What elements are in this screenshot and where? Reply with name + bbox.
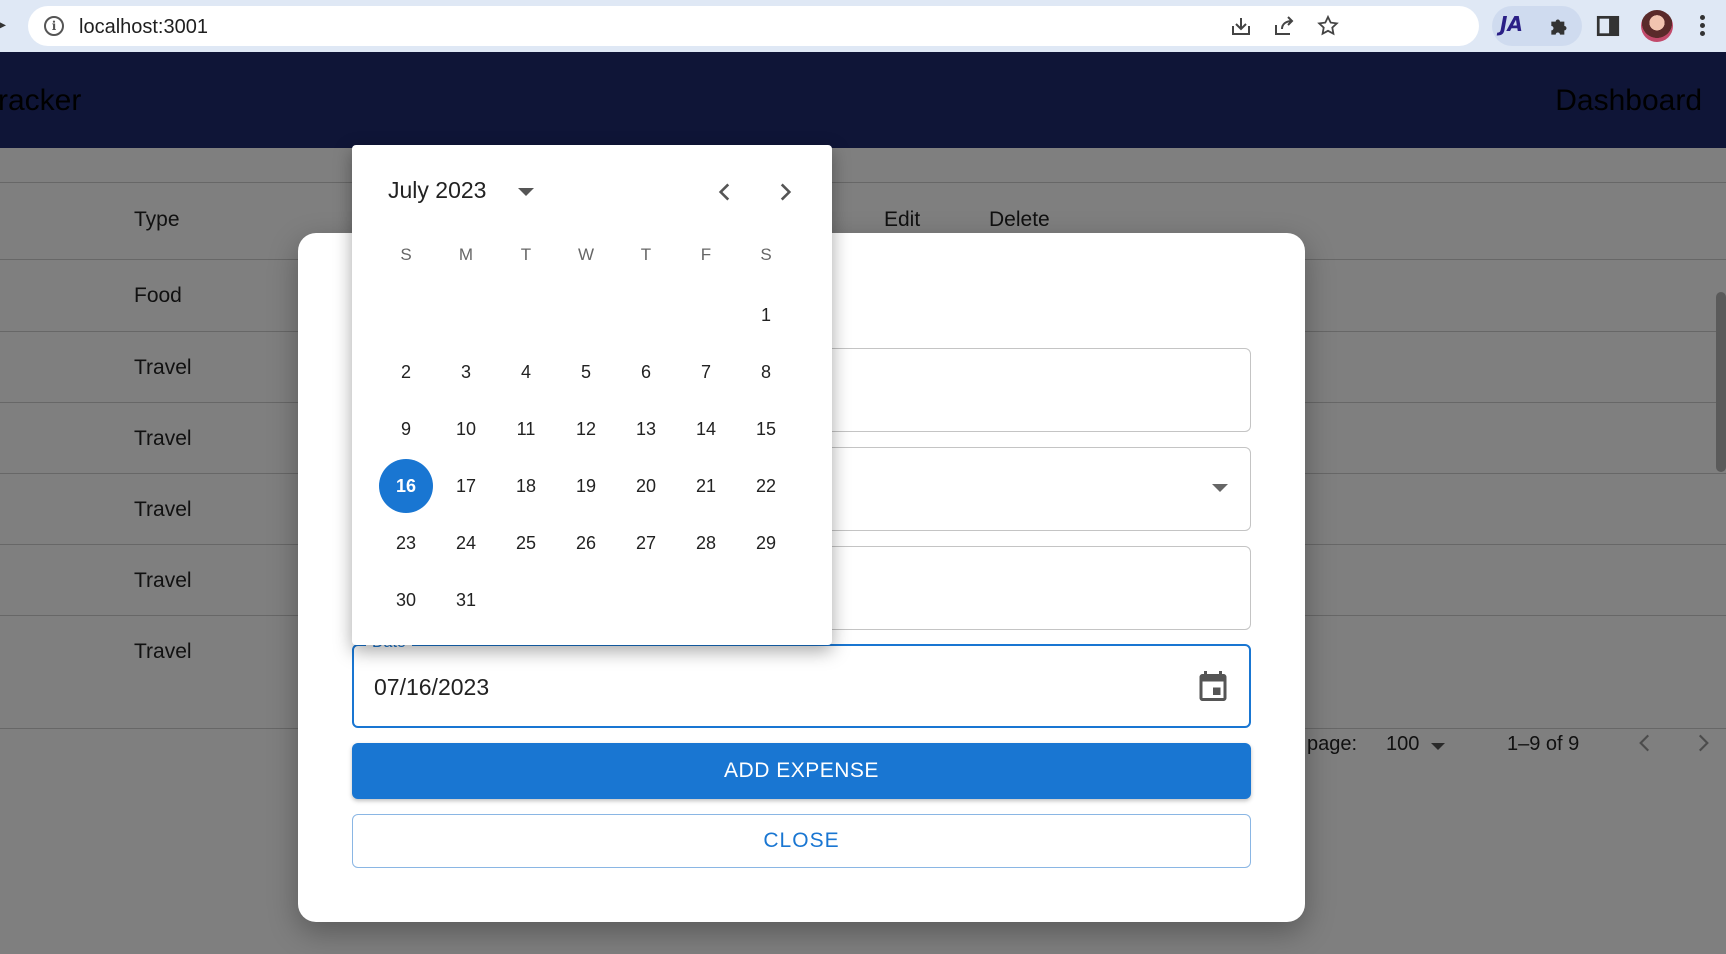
weekday-label: F — [700, 245, 712, 264]
calendar-day[interactable]: 30 — [379, 573, 433, 627]
ja-extension-icon[interactable]: JA — [1500, 12, 1528, 40]
puzzle-icon[interactable] — [1547, 13, 1573, 39]
calendar-day[interactable]: 25 — [499, 516, 553, 570]
calendar-day[interactable]: 26 — [559, 516, 613, 570]
date-field-value[interactable]: 07/16/2023 — [374, 674, 489, 701]
calendar-day[interactable]: 7 — [679, 345, 733, 399]
calendar-day[interactable]: 28 — [679, 516, 733, 570]
install-icon[interactable] — [1229, 14, 1253, 38]
calendar-day[interactable]: 3 — [439, 345, 493, 399]
weekday-label: T — [640, 245, 652, 264]
calendar-day[interactable]: 1 — [739, 288, 793, 342]
calendar-day[interactable]: 6 — [619, 345, 673, 399]
calendar-icon[interactable] — [1195, 668, 1231, 704]
weekday-label: M — [458, 245, 474, 264]
calendar-day[interactable]: 10 — [439, 402, 493, 456]
next-month-icon[interactable] — [772, 179, 798, 205]
calendar-day[interactable]: 9 — [379, 402, 433, 456]
side-panel-icon[interactable] — [1595, 13, 1621, 39]
date-field[interactable]: Date 07/16/2023 — [352, 634, 1251, 728]
calendar-day[interactable]: 4 — [499, 345, 553, 399]
calendar-day[interactable]: 19 — [559, 459, 613, 513]
share-icon[interactable] — [1272, 14, 1296, 38]
calendar-day[interactable]: 5 — [559, 345, 613, 399]
calendar-day[interactable]: 18 — [499, 459, 553, 513]
avatar[interactable] — [1641, 10, 1673, 42]
url-text[interactable]: localhost:3001 — [79, 16, 208, 39]
calendar-day[interactable]: 15 — [739, 402, 793, 456]
selected-day[interactable]: 16 — [379, 459, 433, 513]
back-arrow-icon[interactable]: ▸ — [0, 14, 6, 35]
weekday-label: W — [577, 245, 595, 264]
calendar-day[interactable]: 24 — [439, 516, 493, 570]
calendar-day[interactable]: 17 — [439, 459, 493, 513]
month-dropdown-icon[interactable] — [518, 188, 534, 196]
calendar-day[interactable]: 29 — [739, 516, 793, 570]
date-picker-popover: July 2023 SMTWTFS 1 2 3 4 5 6 7 8 9 10 11 12 13 14 15 1… — [352, 145, 832, 645]
weekday-label: T — [520, 245, 532, 264]
calendar-day[interactable]: 20 — [619, 459, 673, 513]
add-expense-button[interactable]: ADD EXPENSE — [352, 743, 1251, 799]
calendar-day[interactable]: 12 — [559, 402, 613, 456]
previous-month-icon[interactable] — [712, 179, 738, 205]
calendar-day[interactable]: 22 — [739, 459, 793, 513]
calendar-day[interactable]: 11 — [499, 402, 553, 456]
calendar-day[interactable]: 27 — [619, 516, 673, 570]
browser-toolbar: ▸ i localhost:3001 JA — [0, 0, 1726, 52]
weekday-label: S — [400, 245, 412, 264]
month-year-label[interactable]: July 2023 — [388, 177, 486, 204]
calendar-day[interactable]: 31 — [439, 573, 493, 627]
calendar-day[interactable]: 8 — [739, 345, 793, 399]
calendar-day[interactable]: 13 — [619, 402, 673, 456]
address-bar[interactable]: i localhost:3001 — [28, 6, 1479, 46]
star-icon[interactable] — [1316, 14, 1340, 38]
calendar-day[interactable]: 21 — [679, 459, 733, 513]
calendar-day[interactable]: 23 — [379, 516, 433, 570]
chevron-down-icon[interactable] — [1212, 484, 1228, 492]
weekday-label: S — [760, 245, 772, 264]
info-icon[interactable]: i — [44, 16, 64, 36]
calendar-day[interactable]: 2 — [379, 345, 433, 399]
close-button[interactable]: CLOSE — [352, 814, 1251, 868]
calendar-day[interactable]: 14 — [679, 402, 733, 456]
kebab-icon[interactable] — [1700, 12, 1706, 40]
